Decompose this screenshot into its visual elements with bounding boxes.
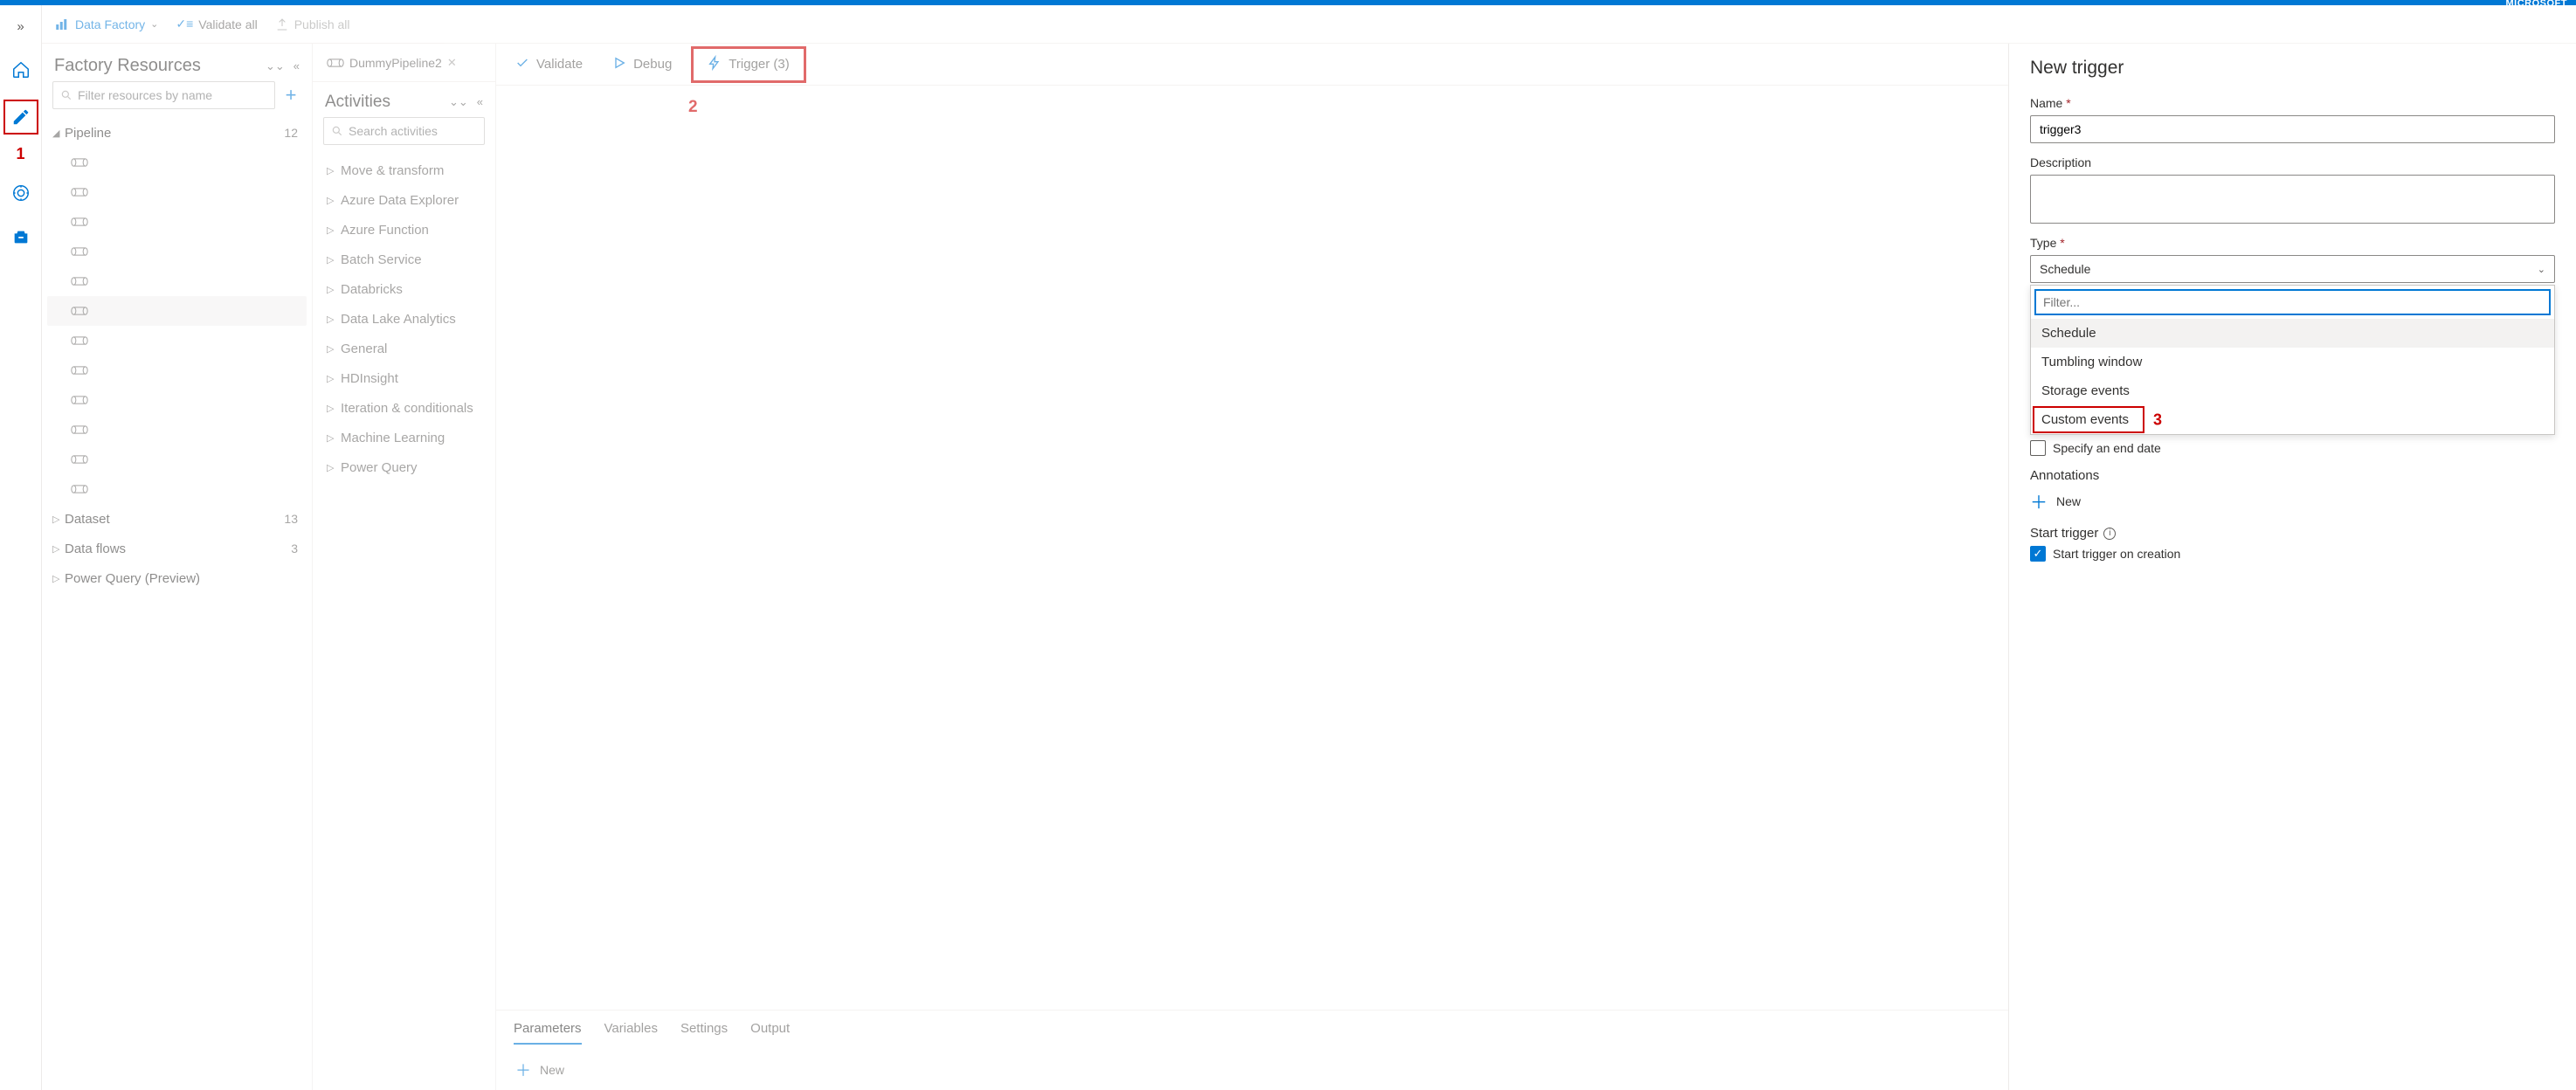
activity-group[interactable]: ▷General: [320, 334, 488, 363]
pipeline-item[interactable]: [47, 266, 307, 296]
activity-group[interactable]: ▷Databricks: [320, 274, 488, 304]
activity-group[interactable]: ▷Iteration & conditionals: [320, 393, 488, 423]
validate-button[interactable]: Validate: [505, 51, 593, 79]
activities-panel: DummyPipeline2 ✕ Activities ⌄⌄ «: [313, 44, 496, 1090]
manage-toolbox-icon[interactable]: [7, 223, 35, 251]
pipeline-icon: [327, 58, 344, 68]
debug-button[interactable]: Debug: [602, 51, 682, 79]
start-trigger-label: Start trigger: [2030, 526, 2098, 541]
pipeline-item[interactable]: [47, 237, 307, 266]
activity-group[interactable]: ▷Move & transform: [320, 155, 488, 185]
expand-rail-icon[interactable]: »: [7, 12, 35, 40]
author-pencil-icon[interactable]: [7, 103, 35, 131]
home-icon[interactable]: [7, 56, 35, 84]
tab-variables[interactable]: Variables: [604, 1021, 658, 1045]
pipeline-item[interactable]: [47, 445, 307, 474]
type-option-schedule[interactable]: Schedule: [2031, 319, 2554, 348]
activity-group[interactable]: ▷Azure Data Explorer: [320, 185, 488, 215]
left-rail: » 1: [0, 5, 42, 1090]
factory-title: Factory Resources: [54, 56, 201, 76]
search-icon: [60, 89, 73, 101]
search-icon: [331, 125, 343, 137]
type-filter-input[interactable]: [2034, 289, 2551, 315]
annotations-label: Annotations: [2030, 468, 2555, 483]
new-trigger-pane: New trigger Name Description Type Schedu…: [2008, 44, 2576, 1090]
tree-d238set -nav[interactable]: ▷ Dataset 13: [47, 504, 307, 534]
activities-search-input[interactable]: [323, 117, 485, 145]
callout-1: 1: [16, 145, 24, 163]
chevron-down-icon: ⌄: [2538, 264, 2545, 275]
monitor-icon[interactable]: [7, 179, 35, 207]
specify-end-checkbox[interactable]: [2030, 440, 2046, 456]
info-icon[interactable]: i: [2103, 528, 2116, 540]
add-resource-button[interactable]: +: [280, 84, 301, 107]
type-option-storage[interactable]: Storage events: [2031, 376, 2554, 405]
pipeline-tab[interactable]: DummyPipeline2 ✕: [321, 56, 462, 70]
new-parameter-button[interactable]: ＋ New: [496, 1050, 2008, 1090]
activities-collapse-icon[interactable]: «: [477, 95, 483, 109]
start-trigger-checkbox[interactable]: ✓: [2030, 546, 2046, 562]
trigger-description-input[interactable]: [2030, 175, 2555, 224]
activities-pin-icon[interactable]: ⌄⌄: [449, 95, 468, 109]
add-annotation-button[interactable]: ＋ New: [2030, 488, 2555, 514]
close-tab-icon[interactable]: ✕: [447, 56, 457, 70]
type-dropdown-popup: Schedule Tumbling window Storage events …: [2030, 285, 2555, 435]
pipeline-item[interactable]: [47, 207, 307, 237]
specify-end-label: Specify an end date: [2053, 441, 2161, 455]
type-option-custom[interactable]: Custom events 3: [2031, 405, 2554, 434]
publish-all-button[interactable]: Publish all: [275, 17, 350, 31]
pipeline-item[interactable]: [47, 148, 307, 177]
tab-output[interactable]: Output: [750, 1021, 790, 1045]
factory-filter-input[interactable]: [52, 81, 275, 109]
pipeline-item[interactable]: [47, 474, 307, 504]
activity-group[interactable]: ▷Power Query: [320, 452, 488, 482]
tree-powerquery[interactable]: ▷ Power Query (Preview): [47, 563, 307, 593]
pipeline-item[interactable]: [47, 385, 307, 415]
trigger-button[interactable]: Trigger (3): [697, 51, 799, 79]
pipeline-item[interactable]: [47, 355, 307, 385]
tab-settings[interactable]: Settings: [680, 1021, 728, 1045]
pipeline-item[interactable]: [47, 177, 307, 207]
type-dropdown[interactable]: Schedule ⌄: [2030, 255, 2555, 283]
pipeline-item[interactable]: [47, 296, 307, 326]
shared-toolbar: Data Factory ⌄ ✓≡ Validate all Publish a…: [42, 5, 2576, 44]
callout-3: 3: [2153, 410, 2162, 429]
pane-heading: New trigger: [2030, 58, 2555, 79]
callout-2: 2: [688, 98, 698, 117]
collapse-icon[interactable]: «: [294, 59, 300, 73]
description-label: Description: [2030, 155, 2555, 169]
tree-dataflows[interactable]: ▷ Data flows 3: [47, 534, 307, 563]
name-label: Name: [2030, 96, 2555, 110]
activity-group[interactable]: ▷Azure Function: [320, 215, 488, 245]
pipeline-item[interactable]: [47, 326, 307, 355]
activity-group[interactable]: ▷HDInsight: [320, 363, 488, 393]
activity-group[interactable]: ▷Data Lake Analytics: [320, 304, 488, 334]
pipeline-item[interactable]: [47, 415, 307, 445]
pin-icon[interactable]: ⌄⌄: [266, 59, 285, 73]
type-label: Type: [2030, 236, 2555, 250]
factory-resources-panel: Factory Resources ⌄⌄ « + ◢: [42, 44, 313, 1090]
type-option-tumbling[interactable]: Tumbling window: [2031, 348, 2554, 376]
validate-all-button[interactable]: ✓≡ Validate all: [176, 17, 257, 31]
data-factory-dropdown[interactable]: Data Factory ⌄: [54, 17, 158, 32]
activities-title: Activities: [325, 93, 390, 112]
trigger-name-input[interactable]: [2030, 115, 2555, 143]
start-trigger-checkbox-label: Start trigger on creation: [2053, 547, 2180, 561]
tree-pipeline[interactable]: ◢ Pipeline 12: [47, 118, 307, 148]
activity-group[interactable]: ▷Machine Learning: [320, 423, 488, 452]
activity-group[interactable]: ▷Batch Service: [320, 245, 488, 274]
pipeline-canvas: Validate Debug Trigger (3): [496, 44, 2008, 1090]
tab-parameters[interactable]: Parameters: [514, 1021, 582, 1045]
